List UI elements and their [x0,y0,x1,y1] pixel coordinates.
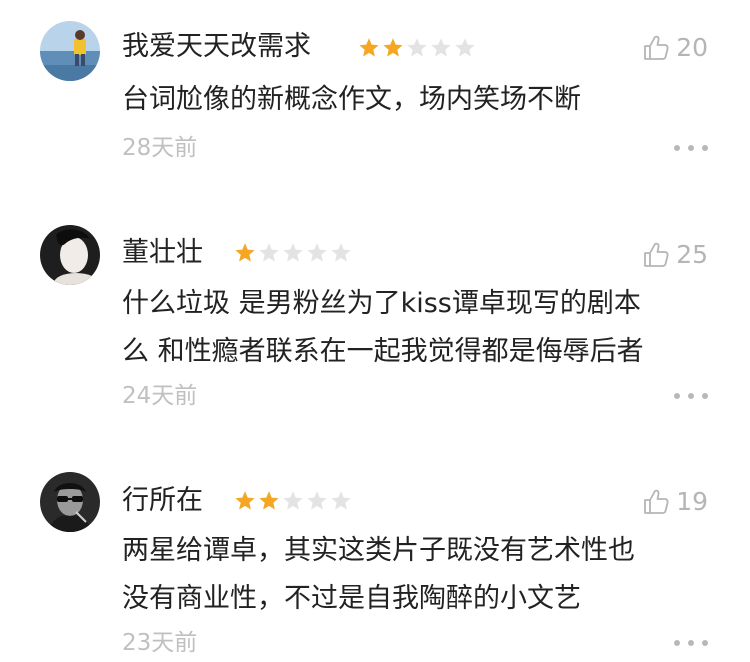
review-text-line: 没有商业性，不过是自我陶醉的小文艺 [122,583,581,614]
review-item: 行所在 19 两星给谭卓，其实这类片子既没有艺术性也 没有商业性，不过是自我陶醉… [0,0,750,662]
star-empty-icon [283,491,303,510]
avatar[interactable] [40,472,100,532]
more-dot [674,640,680,646]
sunglasses-portrait-avatar-icon [40,472,100,532]
more-dot [702,640,708,646]
thumbs-up-icon [644,489,669,514]
username[interactable]: 行所在 [122,484,203,518]
like-button[interactable]: 19 [642,485,708,519]
star-filled-icon [235,491,255,510]
review-date: 23天前 [122,630,198,656]
more-dot [688,640,694,646]
star-empty-icon [331,491,351,510]
review-text-line: 两星给谭卓，其实这类片子既没有艺术性也 [122,535,635,566]
star-rating [233,489,353,513]
more-options-button[interactable] [674,638,708,648]
star-empty-icon [307,491,327,510]
review-content: 两星给谭卓，其实这类片子既没有艺术性也 没有商业性，不过是自我陶醉的小文艺 [122,527,712,623]
star-filled-icon [259,491,279,510]
like-count: 19 [676,487,708,516]
